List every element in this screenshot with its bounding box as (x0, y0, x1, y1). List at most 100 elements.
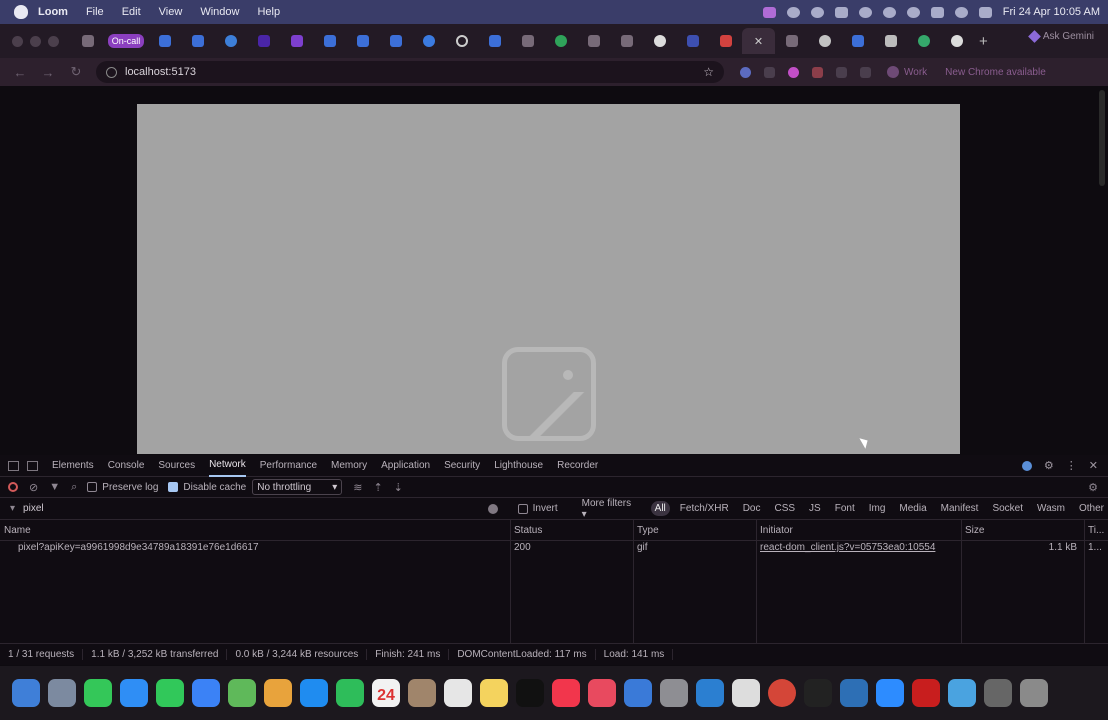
filter-type-doc[interactable]: Doc (739, 501, 765, 516)
vscode-icon[interactable] (696, 679, 724, 707)
trash-icon[interactable] (1020, 679, 1048, 707)
network-settings-icon[interactable]: ⚙ (1088, 481, 1098, 494)
control-center-icon[interactable] (978, 6, 992, 18)
rocket-icon[interactable] (588, 679, 616, 707)
preserve-log-checkbox[interactable] (87, 482, 98, 492)
column-type[interactable]: Type (633, 525, 756, 536)
minimize-window-button[interactable] (30, 35, 41, 47)
filter-input[interactable]: ▾ pixel (10, 503, 498, 514)
menu-view[interactable]: View (159, 6, 183, 18)
sketch-icon[interactable] (948, 679, 976, 707)
reload-icon[interactable]: ↻ (68, 64, 84, 80)
filter-type-other[interactable]: Other (1075, 501, 1108, 516)
messages-icon[interactable] (156, 679, 184, 707)
tab-jira[interactable] (379, 28, 412, 54)
tab-cursor[interactable] (280, 28, 313, 54)
update-notice[interactable]: New Chrome available (945, 67, 1046, 78)
filter-type-fetch-xhr[interactable]: Fetch/XHR (676, 501, 733, 516)
tab-network[interactable]: Network (209, 455, 246, 477)
music-icon[interactable] (552, 679, 580, 707)
tab-jira[interactable] (346, 28, 379, 54)
import-har-icon[interactable]: ⇡ (373, 481, 382, 494)
tab-jira[interactable] (148, 28, 181, 54)
tab-oncall[interactable]: On-call (104, 28, 148, 54)
device-toolbar-icon[interactable] (27, 460, 38, 471)
clock[interactable]: Fri 24 Apr 10:05 AM (1003, 6, 1100, 18)
docker-icon[interactable] (840, 679, 868, 707)
site-info-icon[interactable] (106, 66, 117, 78)
filter-type-manifest[interactable]: Manifest (937, 501, 983, 516)
clear-icon[interactable]: ⊘ (29, 481, 38, 494)
extension-icon[interactable] (812, 66, 823, 78)
tab-console[interactable]: Console (108, 455, 145, 477)
tab-recorder[interactable]: Recorder (557, 455, 598, 477)
extension-icon[interactable] (764, 66, 775, 78)
filter-type-css[interactable]: CSS (770, 501, 799, 516)
app-store-icon[interactable] (300, 679, 328, 707)
tab-azure[interactable] (214, 28, 247, 54)
tab-linear[interactable] (247, 28, 280, 54)
reminders-icon[interactable] (444, 679, 472, 707)
settings-icon[interactable]: ⚙ (1044, 459, 1054, 472)
filter-type-media[interactable]: Media (895, 501, 930, 516)
new-tab-button[interactable]: + (979, 33, 988, 50)
disable-cache-checkbox[interactable] (168, 482, 179, 492)
search-icon[interactable]: ⌕ (71, 481, 77, 494)
zoom-window-button[interactable] (48, 35, 59, 47)
battery-icon[interactable] (930, 6, 944, 18)
export-har-icon[interactable]: ⇣ (394, 481, 403, 494)
tab-azure-devops[interactable] (676, 28, 709, 54)
phone-icon[interactable] (84, 679, 112, 707)
tab-claude[interactable] (775, 28, 808, 54)
tab-jira[interactable] (478, 28, 511, 54)
tab-github[interactable] (940, 28, 973, 54)
menu-help[interactable]: Help (257, 6, 280, 18)
back-icon[interactable]: ← (12, 65, 28, 80)
play-icon[interactable] (858, 6, 872, 18)
tab-claude[interactable] (511, 28, 544, 54)
network-conditions-icon[interactable]: ≋ (353, 481, 362, 494)
acrobat-icon[interactable] (912, 679, 940, 707)
tab-claude[interactable] (610, 28, 643, 54)
apple-tv-icon[interactable] (516, 679, 544, 707)
search-icon[interactable] (954, 6, 968, 18)
profile-button[interactable]: Work (887, 66, 927, 78)
menu-window[interactable]: Window (200, 6, 239, 18)
tab-github[interactable] (643, 28, 676, 54)
tab-lighthouse[interactable]: Lighthouse (494, 455, 543, 477)
calendar-icon[interactable]: 24 (372, 679, 400, 707)
tab-active[interactable]: ✕ (742, 28, 775, 54)
apple-icon[interactable] (14, 5, 28, 19)
column-initiator[interactable]: Initiator (756, 525, 961, 536)
tab-loading[interactable] (445, 28, 478, 54)
contacts-icon[interactable] (408, 679, 436, 707)
tab-security[interactable]: Security (444, 455, 480, 477)
settings-icon[interactable] (660, 679, 688, 707)
extension-icon[interactable] (788, 66, 799, 78)
filter-icon[interactable]: ▼ (49, 481, 60, 493)
zoom-icon[interactable] (876, 679, 904, 707)
safari-icon[interactable] (120, 679, 148, 707)
tab-application[interactable]: Application (381, 455, 430, 477)
request-initiator-link[interactable]: react-dom_client.js?v=05753ea0:10554 (760, 542, 935, 553)
tab-claude[interactable] (577, 28, 610, 54)
mail-icon[interactable] (192, 679, 220, 707)
bookmark-star-icon[interactable]: ☆ (703, 65, 714, 79)
clear-filter-icon[interactable] (487, 503, 498, 514)
tab-jira[interactable] (313, 28, 346, 54)
more-options-icon[interactable]: ⋮ (1066, 459, 1077, 472)
filter-type-font[interactable]: Font (831, 501, 859, 516)
tab-claude[interactable] (71, 28, 104, 54)
column-status[interactable]: Status (510, 525, 636, 536)
forward-icon[interactable]: → (40, 65, 56, 80)
record-icon[interactable] (8, 482, 18, 492)
close-icon[interactable]: ✕ (754, 35, 763, 48)
filter-type-wasm[interactable]: Wasm (1033, 501, 1069, 516)
maps-icon[interactable] (228, 679, 256, 707)
status-icon[interactable] (834, 6, 848, 18)
tab-elements[interactable]: Elements (52, 455, 94, 477)
page-scrollbar[interactable] (1099, 90, 1105, 186)
issues-icon[interactable] (1021, 460, 1032, 471)
filter-value[interactable]: pixel (23, 503, 44, 514)
slack-icon[interactable] (732, 679, 760, 707)
